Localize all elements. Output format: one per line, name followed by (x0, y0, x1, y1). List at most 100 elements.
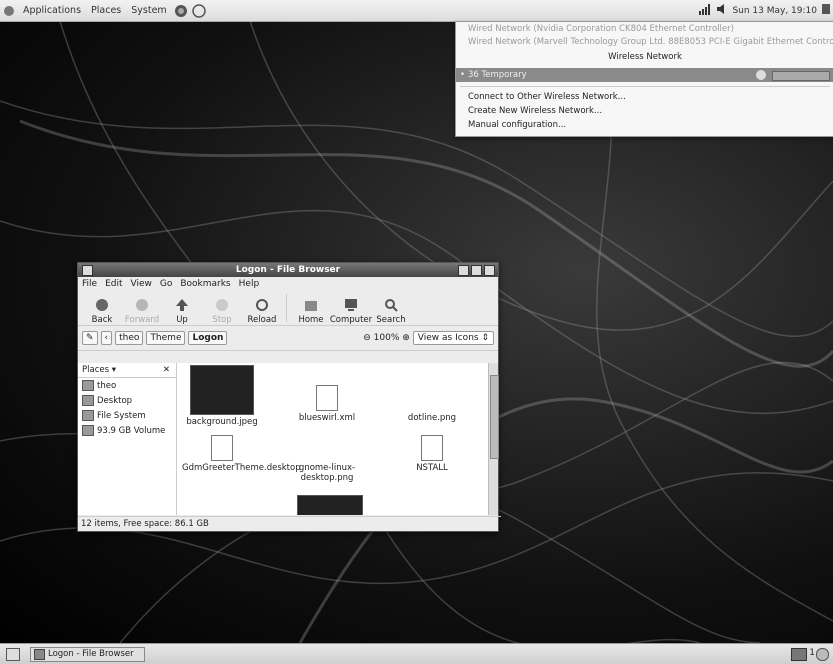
sidebar-item-desktop[interactable]: Desktop (78, 393, 176, 408)
menu-file[interactable]: File (82, 279, 97, 289)
workspace-number[interactable]: 1 (809, 648, 815, 658)
workspace-switcher[interactable] (791, 648, 807, 661)
up-button[interactable]: Up (162, 297, 202, 325)
system-tray: Sun 13 May, 19:10 (698, 3, 831, 18)
menu-help[interactable]: Help (239, 279, 260, 289)
content-area: Places ▾ ✕ theo Desktop File System 93.9… (78, 363, 499, 515)
logout-icon[interactable] (821, 3, 831, 18)
close-sidebar-icon[interactable]: ✕ (163, 363, 170, 377)
stop-button[interactable]: Stop (202, 297, 242, 325)
menu-places[interactable]: Places (86, 5, 126, 16)
zoom-level: 100% (373, 333, 400, 343)
file-label: GdmGreeterTheme.desktop (182, 463, 301, 473)
window-title: Logon - File Browser (235, 265, 341, 275)
vertical-scrollbar[interactable] (488, 363, 499, 515)
places-label: Places (82, 365, 110, 375)
top-panel: Applications Places System Sun 13 May, 1… (0, 0, 833, 22)
home-folder-icon (305, 301, 317, 311)
breadcrumb-theme[interactable]: Theme (146, 331, 186, 345)
signal-strength-bar (772, 71, 830, 81)
view-mode-select[interactable]: View as Icons ⇕ (412, 331, 494, 345)
file-install[interactable]: NSTALL (392, 435, 472, 473)
reload-label: Reload (247, 315, 277, 325)
wireless-network-36-temporary[interactable]: • 36 Temporary (456, 68, 833, 82)
clock[interactable]: Sun 13 May, 19:10 (732, 6, 817, 16)
manual-configuration-item[interactable]: Manual configuration... (468, 120, 566, 130)
image-thumbnail (190, 365, 254, 415)
home-label: Home (298, 315, 324, 325)
menubar: File Edit View Go Bookmarks Help (78, 277, 498, 291)
sidebar-item-theo[interactable]: theo (78, 378, 176, 393)
trash-icon[interactable] (816, 648, 829, 661)
stop-icon (216, 299, 228, 311)
back-arrow-icon (96, 299, 108, 311)
volume-icon[interactable] (716, 3, 728, 18)
reload-button[interactable]: Reload (242, 297, 282, 325)
menu-go[interactable]: Go (160, 279, 172, 289)
scrollbar-thumb[interactable] (490, 375, 499, 459)
status-bar: 12 items, Free space: 86.1 GB (78, 516, 501, 531)
file-label: blueswirl.xml (298, 413, 356, 423)
window-menu-icon[interactable] (82, 265, 93, 276)
minimize-button[interactable] (458, 265, 469, 276)
menu-system[interactable]: System (126, 5, 171, 16)
menu-edit[interactable]: Edit (105, 279, 122, 289)
file-label: background.jpeg (186, 417, 258, 427)
menu-view[interactable]: View (131, 279, 152, 289)
toolbar-separator (286, 294, 287, 322)
forward-label: Forward (124, 315, 160, 325)
sidebar-item-label: theo (97, 380, 117, 391)
breadcrumb-logon[interactable]: Logon (188, 331, 228, 345)
drive-icon (82, 410, 94, 421)
breadcrumb-left-arrow[interactable]: ‹ (100, 331, 113, 345)
create-new-network-item[interactable]: Create New Wireless Network... (468, 106, 602, 116)
search-button[interactable]: Search (371, 297, 411, 325)
location-bar: ✎ ‹ theo Theme Logon ⊖ 100% ⊕ View as Ic… (78, 326, 498, 351)
forward-button[interactable]: Forward (122, 297, 162, 325)
wired-network-2[interactable]: Wired Network (Marvell Technology Group … (468, 37, 833, 47)
wired-network-1[interactable]: Wired Network (Nvidia Corporation CK804 … (468, 24, 734, 34)
task-label: Logon - File Browser (48, 649, 134, 659)
gnome-foot-icon[interactable] (2, 4, 16, 18)
computer-button[interactable]: Computer (329, 297, 373, 325)
window-titlebar[interactable]: Logon - File Browser (78, 263, 498, 277)
sidebar-item-label: File System (97, 410, 146, 421)
show-desktop-icon[interactable] (6, 648, 20, 661)
file-label: dotline.png (407, 413, 457, 423)
desktop-icon (82, 395, 94, 406)
file-browser-window: Logon - File Browser File Edit View Go B… (77, 262, 501, 532)
file-label: gnome-linux-desktop.png (298, 463, 356, 483)
sidebar-item-volume[interactable]: 93.9 GB Volume (78, 423, 176, 438)
file-icon-view: background.jpeg blueswirl.xml dotline.pn… (177, 363, 488, 515)
taskbar-item-file-browser[interactable]: Logon - File Browser (30, 647, 145, 662)
browser-launcher-icon[interactable] (174, 4, 188, 18)
maximize-button[interactable] (471, 265, 482, 276)
zoom-control[interactable]: ⊖ 100% ⊕ (363, 333, 410, 343)
file-background-jpeg[interactable]: background.jpeg (182, 365, 262, 427)
network-signal-icon[interactable] (698, 3, 712, 18)
file-gnome-linux-desktop-png[interactable]: gnome-linux-desktop.png (287, 463, 367, 483)
image-thumbnail[interactable] (297, 495, 363, 515)
text-file-icon (211, 435, 233, 461)
sidebar-item-file-system[interactable]: File System (78, 408, 176, 423)
places-selector[interactable]: Places ▾ ✕ (78, 363, 176, 378)
toggle-location-button[interactable]: ✎ (82, 331, 98, 345)
menu-applications[interactable]: Applications (18, 5, 86, 16)
network-menu: Wired Network (Nvidia Corporation CK804 … (455, 21, 833, 137)
file-blueswirl-xml[interactable]: blueswirl.xml (287, 385, 367, 423)
connect-other-network-item[interactable]: Connect to Other Wireless Network... (468, 92, 626, 102)
file-dotline-png[interactable]: dotline.png (392, 413, 472, 423)
back-button[interactable]: Back (82, 297, 122, 325)
help-launcher-icon[interactable] (191, 3, 206, 18)
computer-label: Computer (329, 315, 373, 325)
close-button[interactable] (484, 265, 495, 276)
home-button[interactable]: Home (291, 297, 331, 325)
breadcrumb-theo[interactable]: theo (115, 331, 144, 345)
computer-icon (345, 299, 357, 311)
file-label: NSTALL (416, 463, 448, 473)
file-gdmgreetertheme-desktop[interactable]: GdmGreeterTheme.desktop (182, 435, 301, 473)
search-icon (385, 299, 398, 312)
menu-separator (460, 86, 830, 87)
menu-bookmarks[interactable]: Bookmarks (180, 279, 230, 289)
sidebar-item-label: 93.9 GB Volume (97, 425, 166, 436)
